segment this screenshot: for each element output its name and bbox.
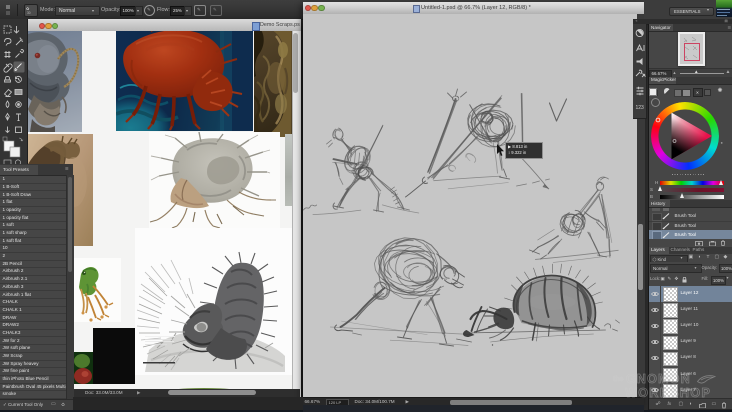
svg-text:123: 123 [635, 105, 644, 111]
